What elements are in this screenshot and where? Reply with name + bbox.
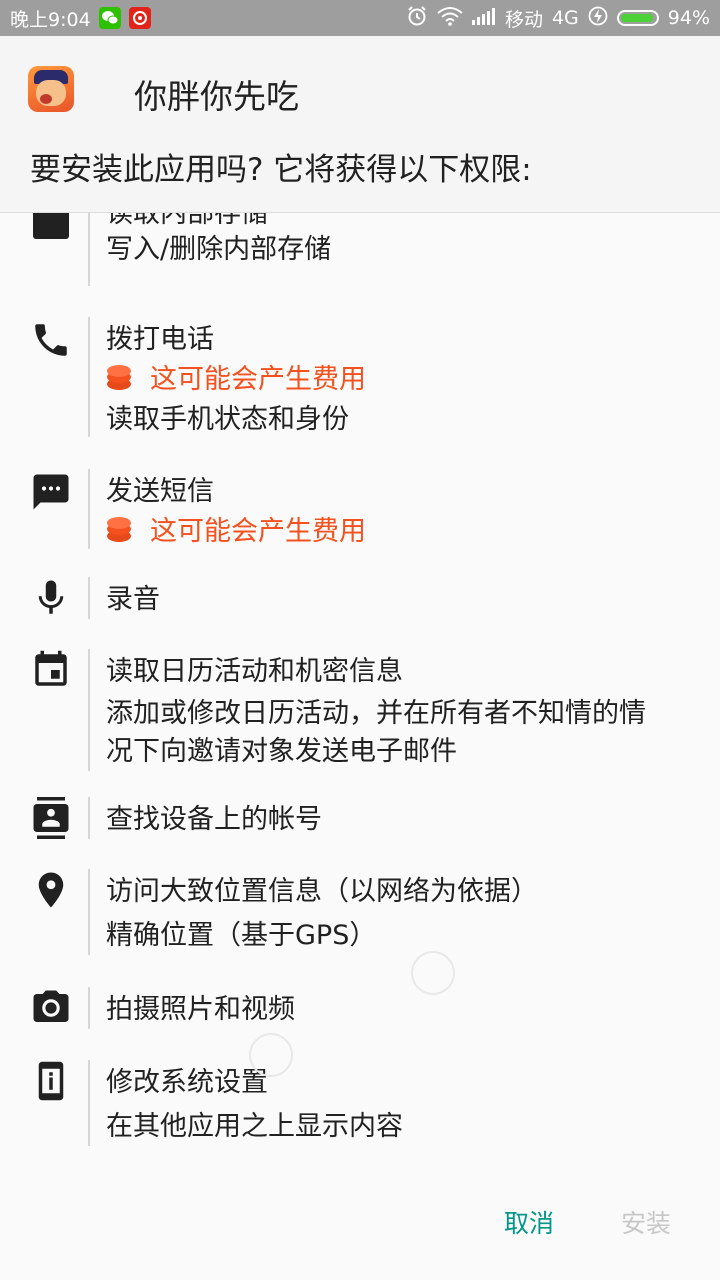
alarm-icon [406, 5, 428, 32]
coins-icon [104, 362, 134, 392]
app-name: 你胖你先吃 [134, 77, 299, 116]
permission-cost-warning: 这可能会产生费用 [150, 364, 366, 395]
touch-ripple [249, 1033, 293, 1077]
sms-icon [30, 471, 72, 513]
permission-item: 修改系统设置 [106, 1067, 268, 1098]
touch-ripple [411, 951, 455, 995]
permission-item: 写入/删除内部存储 [106, 234, 332, 265]
install-button[interactable]: 安装 [621, 1204, 671, 1240]
permission-item: 拍摄照片和视频 [106, 994, 295, 1025]
permission-cost-warning: 这可能会产生费用 [150, 516, 366, 547]
signal-icon [471, 7, 496, 30]
install-header: 你胖你先吃 要安装此应用吗? 它将获得以下权限: [0, 36, 720, 213]
permission-item: 发送短信 [106, 476, 214, 507]
settings-info-icon [30, 1060, 72, 1102]
wechat-icon [98, 7, 121, 29]
camera-icon [30, 987, 72, 1029]
carrier-label: 移动 [504, 8, 543, 31]
permission-item: 精确位置（基于GPS） [106, 920, 377, 951]
network-label: 4G [551, 7, 579, 29]
permission-item: 拨打电话 [106, 324, 214, 355]
storage-icon [30, 213, 72, 245]
permission-item: 访问大致位置信息（以网络为依据） [106, 876, 538, 907]
permission-item: 读取日历活动和机密信息 [106, 656, 403, 687]
cancel-button[interactable]: 取消 [504, 1204, 554, 1240]
permission-item: 在其他应用之上显示内容 [106, 1111, 403, 1142]
coins-icon [104, 514, 134, 544]
permission-item: 况下向邀请对象发送电子邮件 [106, 736, 457, 767]
permission-item: 读取手机状态和身份 [106, 404, 349, 435]
permission-item: 录音 [106, 584, 160, 615]
status-time: 晚上9:04 [10, 8, 91, 31]
status-bar: 晚上9:04 移动 4G 94% [0, 0, 720, 36]
location-icon [30, 869, 72, 911]
permission-list[interactable]: 读取内部存储 写入/删除内部存储 拨打电话 这可能会产生费用 读取手机状态和身份… [0, 213, 720, 1163]
contacts-icon [30, 797, 72, 839]
permission-item: 查找设备上的帐号 [106, 804, 322, 835]
wifi-icon [437, 6, 463, 31]
phone-icon [30, 319, 72, 361]
install-prompt: 要安装此应用吗? 它将获得以下权限: [30, 152, 532, 188]
battery-percent: 94% [667, 7, 710, 29]
battery-icon [616, 10, 659, 26]
app-icon [28, 66, 74, 112]
microphone-icon [30, 577, 72, 619]
charging-icon [588, 6, 608, 31]
netease-music-icon [128, 7, 151, 29]
calendar-icon [30, 649, 72, 691]
permission-item: 添加或修改日历活动，并在所有者不知情的情 [106, 698, 646, 729]
